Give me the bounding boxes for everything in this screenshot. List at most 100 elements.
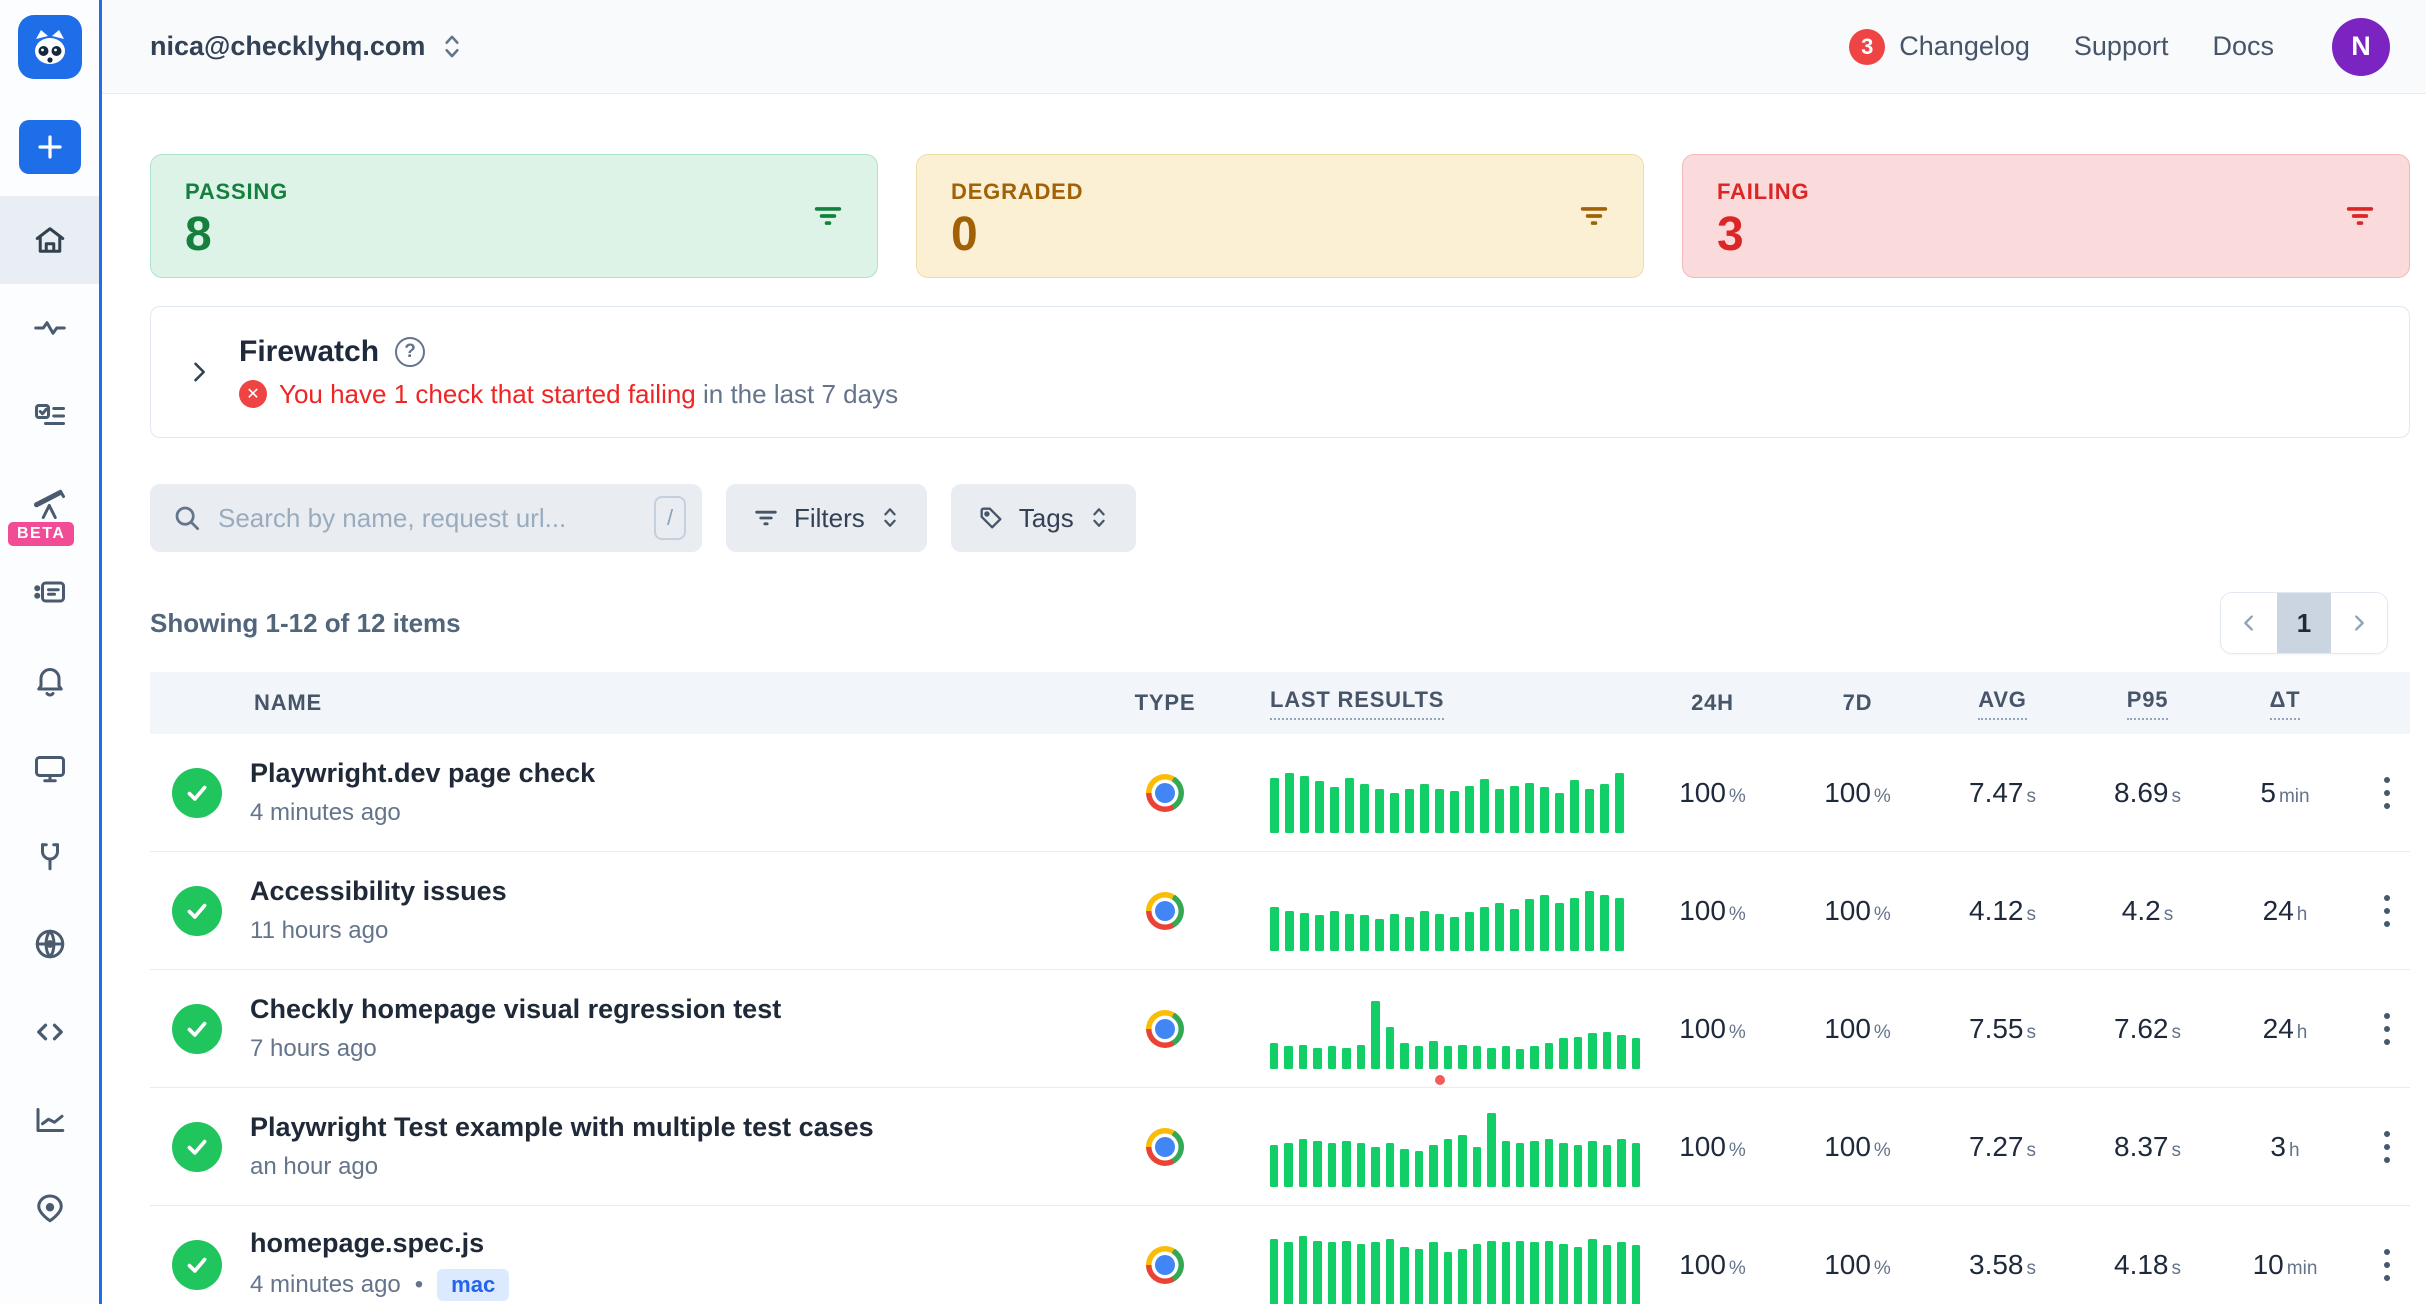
table-row[interactable]: Accessibility issues 11 hours ago 100% 1… xyxy=(150,852,2410,970)
chevron-updown-icon xyxy=(879,505,901,531)
metric-p95: 4.2s xyxy=(2075,895,2220,927)
search-input[interactable] xyxy=(218,503,638,534)
row-menu-kebab-icon[interactable] xyxy=(2378,1125,2396,1169)
header-type[interactable]: TYPE xyxy=(1090,690,1240,716)
table-row[interactable]: Playwright Test example with multiple te… xyxy=(150,1088,2410,1206)
check-last-run-time: an hour ago xyxy=(250,1153,378,1181)
sidebar-item-home[interactable] xyxy=(0,196,99,284)
chrome-browser-icon xyxy=(1146,892,1184,930)
status-passing-icon xyxy=(172,1004,222,1054)
metric-avg: 7.55s xyxy=(1930,1013,2075,1045)
raccoon-logo-icon xyxy=(26,23,74,71)
metric-7d: 100% xyxy=(1785,1013,1930,1045)
failing-card[interactable]: FAILING 3 xyxy=(1682,154,2410,278)
check-name[interactable]: Playwright.dev page check xyxy=(250,758,1090,789)
firewatch-alert-rest: in the last 7 days xyxy=(696,379,898,409)
passing-card[interactable]: PASSING 8 xyxy=(150,154,878,278)
sidebar-item-maintenance[interactable] xyxy=(0,812,99,900)
sidebar-item-checks[interactable] xyxy=(0,372,99,460)
header-name[interactable]: NAME xyxy=(250,690,1090,716)
degraded-count: 0 xyxy=(951,211,1609,259)
row-menu-kebab-icon[interactable] xyxy=(2378,771,2396,815)
metric-7d: 100% xyxy=(1785,777,1930,809)
table-row[interactable]: Checkly homepage visual regression test … xyxy=(150,970,2410,1088)
user-avatar[interactable]: N xyxy=(2332,18,2390,76)
search-box[interactable]: / xyxy=(150,484,702,552)
sidebar-item-dashboards[interactable] xyxy=(0,724,99,812)
help-icon[interactable]: ? xyxy=(395,337,425,367)
dot-separator: • xyxy=(415,1271,423,1299)
check-name[interactable]: Playwright Test example with multiple te… xyxy=(250,1112,1090,1143)
create-new-button[interactable] xyxy=(19,120,81,174)
last-results-bars[interactable] xyxy=(1270,989,1640,1069)
header-7d[interactable]: 7D xyxy=(1785,690,1930,716)
filter-icon[interactable] xyxy=(2343,199,2377,233)
failed-run-dot[interactable] xyxy=(1435,1075,1445,1085)
tags-button[interactable]: Tags xyxy=(951,484,1136,552)
metric-24h: 100% xyxy=(1640,1249,1785,1281)
filter-icon[interactable] xyxy=(811,199,845,233)
check-list-icon xyxy=(32,398,68,434)
row-menu-kebab-icon[interactable] xyxy=(2378,1007,2396,1051)
failing-x-icon: ✕ xyxy=(239,380,267,408)
metric-p95: 7.62s xyxy=(2075,1013,2220,1045)
table-row[interactable]: homepage.spec.js 4 minutes ago • mac 100… xyxy=(150,1206,2410,1304)
sidebar-item-private-locations-globe[interactable] xyxy=(0,900,99,988)
tag-icon xyxy=(977,504,1005,532)
sidebar-item-firewatch-telescope[interactable]: BETA xyxy=(0,460,99,548)
sidebar-item-analytics[interactable] xyxy=(0,1076,99,1164)
changelog-label: Changelog xyxy=(1899,31,2030,62)
sidebar-item-locations[interactable] xyxy=(0,1164,99,1252)
last-results-bars[interactable] xyxy=(1270,753,1640,833)
row-menu-kebab-icon[interactable] xyxy=(2378,1243,2396,1287)
metric-avg: 7.47s xyxy=(1930,777,2075,809)
filters-button[interactable]: Filters xyxy=(726,484,927,552)
previous-page-button[interactable] xyxy=(2221,593,2277,653)
metric-24h: 100% xyxy=(1640,1131,1785,1163)
support-link[interactable]: Support xyxy=(2074,31,2169,62)
status-passing-icon xyxy=(172,886,222,936)
metric-delta-t: 24h xyxy=(2220,1013,2350,1045)
slash-shortcut-key: / xyxy=(654,496,686,540)
checkly-app: BETA xyxy=(0,0,2426,1304)
header-delta-t[interactable]: ΔT xyxy=(2220,687,2350,720)
header-last-results[interactable]: LAST RESULTS xyxy=(1240,687,1640,720)
sidebar-item-alerts[interactable] xyxy=(0,636,99,724)
expand-chevron-icon[interactable] xyxy=(185,358,213,386)
chrome-browser-icon xyxy=(1146,1010,1184,1048)
passing-count: 8 xyxy=(185,211,843,259)
last-results-bars[interactable] xyxy=(1270,871,1640,951)
header-24h[interactable]: 24H xyxy=(1640,690,1785,716)
header-avg[interactable]: AVG xyxy=(1930,687,2075,720)
location-pin-icon xyxy=(32,1190,68,1226)
checkly-logo[interactable] xyxy=(0,0,99,94)
check-name[interactable]: Accessibility issues xyxy=(250,876,1090,907)
check-name[interactable]: homepage.spec.js xyxy=(250,1228,1090,1259)
table-row[interactable]: Playwright.dev page check 4 minutes ago … xyxy=(150,734,2410,852)
sidebar-item-snippets[interactable] xyxy=(0,988,99,1076)
bell-icon xyxy=(32,662,68,698)
docs-link[interactable]: Docs xyxy=(2212,31,2274,62)
sidebar-item-monitoring[interactable] xyxy=(0,284,99,372)
status-passing-icon xyxy=(172,768,222,818)
test-sessions-icon xyxy=(32,574,68,610)
current-page[interactable]: 1 xyxy=(2277,593,2331,653)
changelog-count-badge: 3 xyxy=(1849,29,1885,65)
degraded-card[interactable]: DEGRADED 0 xyxy=(916,154,1644,278)
chrome-browser-icon xyxy=(1146,1246,1184,1284)
filter-icon[interactable] xyxy=(1577,199,1611,233)
sidebar-item-test-sessions[interactable] xyxy=(0,548,99,636)
changelog-link[interactable]: 3 Changelog xyxy=(1849,29,2030,65)
chrome-browser-icon xyxy=(1146,1128,1184,1166)
next-page-button[interactable] xyxy=(2331,593,2387,653)
last-results-bars[interactable] xyxy=(1270,1107,1640,1187)
check-name[interactable]: Checkly homepage visual regression test xyxy=(250,994,1090,1025)
chevron-left-icon xyxy=(2238,612,2260,634)
header-p95[interactable]: P95 xyxy=(2075,687,2220,720)
metric-7d: 100% xyxy=(1785,1131,1930,1163)
row-menu-kebab-icon[interactable] xyxy=(2378,889,2396,933)
account-switcher[interactable]: nica@checklyhq.com xyxy=(150,31,465,62)
last-results-bars[interactable] xyxy=(1270,1225,1640,1304)
search-icon xyxy=(172,503,202,533)
checks-table: NAME TYPE LAST RESULTS 24H 7D AVG P95 ΔT… xyxy=(150,672,2410,1304)
